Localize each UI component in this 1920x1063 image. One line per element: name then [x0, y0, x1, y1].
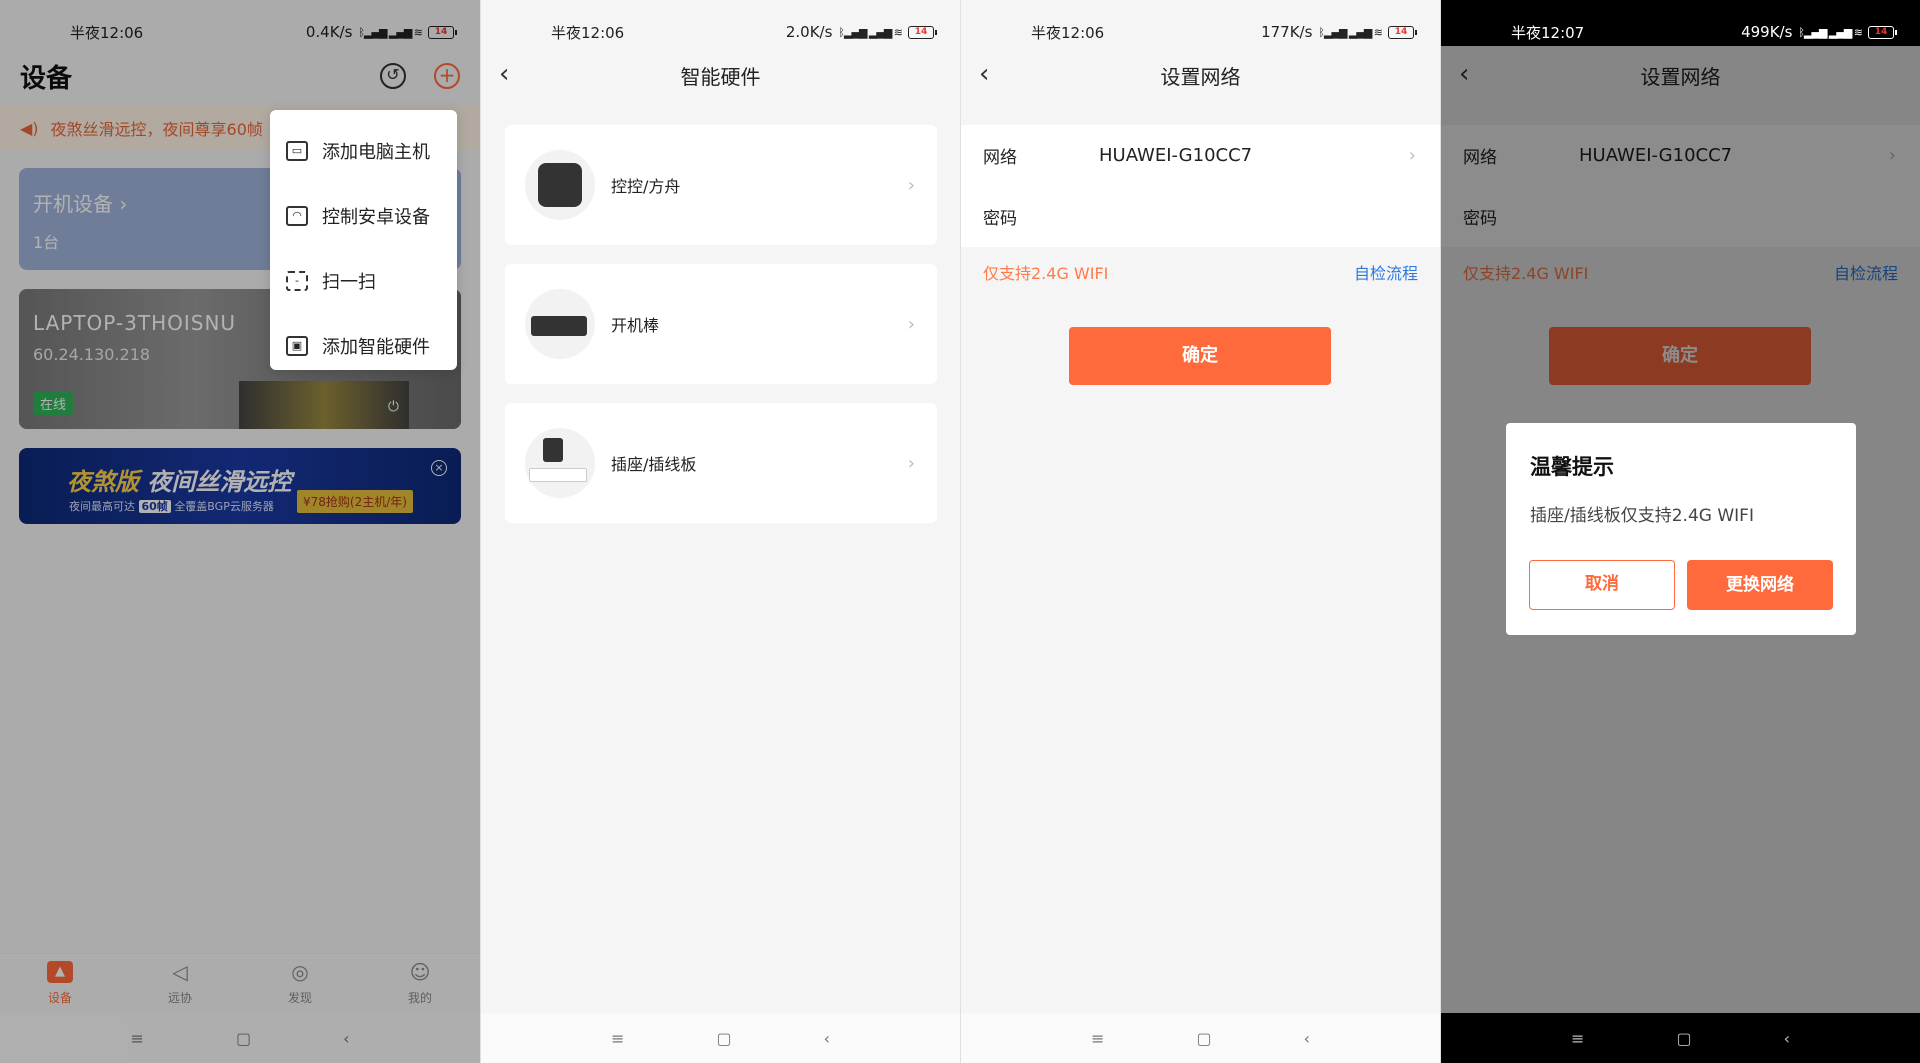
menu-icon[interactable]: ≡	[611, 1029, 624, 1048]
system-nav-bar: ≡ ▢ ‹	[961, 1013, 1440, 1063]
password-label: 密码	[983, 209, 1017, 229]
signal-icon: ᛒ▂▄▆ ▂▄▆ ≋	[1798, 25, 1863, 39]
back-icon[interactable]: ‹	[1304, 1029, 1310, 1048]
nav-bar: ‹ 智能硬件	[481, 50, 960, 100]
hardware-item-power-stick[interactable]: 开机棒 ›	[505, 264, 937, 384]
network-row[interactable]: 网络 HUAWEI-G10CC7 ›	[961, 125, 1440, 186]
product-image	[525, 150, 595, 220]
battery-icon: 14	[1868, 25, 1897, 39]
chevron-right-icon: ›	[907, 313, 915, 335]
change-network-button[interactable]: 更换网络	[1687, 560, 1833, 610]
chevron-right-icon: ›	[907, 452, 915, 474]
item-label: 插座/插线板	[611, 455, 697, 474]
chevron-right-icon: ›	[1408, 145, 1416, 166]
menu-label: 添加智能硬件	[322, 336, 430, 358]
password-row[interactable]: 密码	[961, 186, 1440, 247]
screen-network-setup: 半夜12:06 177K/s ᛒ▂▄▆ ▂▄▆ ≋ 14 ‹ 设置网络 网络 H…	[960, 0, 1440, 1063]
network-form: 网络 HUAWEI-G10CC7 › 密码	[961, 125, 1440, 247]
scan-icon: -	[286, 270, 308, 291]
screen-smart-hardware: 半夜12:06 2.0K/s ᛒ▂▄▆ ▂▄▆ ≋ 14 ‹ 智能硬件 控控/方…	[480, 0, 960, 1063]
menu-item-smart-hardware[interactable]: ▣ 添加智能硬件	[270, 313, 457, 378]
home-icon[interactable]: ▢	[716, 1029, 731, 1048]
product-image	[525, 289, 595, 359]
back-icon[interactable]: ‹	[1784, 1029, 1790, 1048]
menu-item-add-pc[interactable]: ▭ 添加电脑主机	[270, 118, 457, 183]
menu-item-android[interactable]: ◠ 控制安卓设备	[270, 183, 457, 248]
dialog-message: 插座/插线板仅支持2.4G WIFI	[1530, 506, 1754, 526]
confirm-button[interactable]: 确定	[1069, 327, 1331, 385]
item-label: 控控/方舟	[611, 177, 681, 196]
chevron-right-icon: ›	[907, 174, 915, 196]
status-time: 半夜12:06	[551, 23, 625, 42]
page-title: 设置网络	[1160, 64, 1241, 89]
screen-devices: 半夜12:06 0.4K/s ᛒ▂▄▆ ▂▄▆ ≋ 14 设备 ↺ + ◀) 夜…	[0, 0, 480, 1063]
back-icon[interactable]: ‹	[979, 60, 1009, 90]
battery-icon: 14	[1388, 25, 1417, 39]
network-value: HUAWEI-G10CC7	[1099, 145, 1253, 166]
self-check-link[interactable]: 自检流程	[1354, 260, 1418, 284]
dialog-title: 温馨提示	[1530, 455, 1614, 479]
signal-icon: ᛒ▂▄▆ ▂▄▆ ≋	[1318, 25, 1383, 39]
product-image	[525, 428, 595, 498]
hint-row: 仅支持2.4G WIFI 自检流程	[983, 260, 1418, 284]
add-menu: ▭ 添加电脑主机 ◠ 控制安卓设备 - 扫一扫 ▣ 添加智能硬件	[270, 110, 457, 370]
status-time: 半夜12:07	[1511, 23, 1585, 42]
network-speed: 499K/s	[1741, 23, 1793, 41]
system-nav-bar: ≡ ▢ ‹	[1441, 1013, 1920, 1063]
page-title: 智能硬件	[680, 64, 761, 89]
tip-dialog: 温馨提示 插座/插线板仅支持2.4G WIFI 取消 更换网络	[1506, 423, 1856, 635]
screen-network-dialog: ‹ 设置网络 网络 HUAWEI-G10CC7 › 密码 仅支持2.4G WIF…	[1440, 0, 1920, 1063]
system-nav-bar: ≡ ▢ ‹	[481, 1013, 960, 1063]
item-label: 开机棒	[611, 316, 660, 335]
network-speed: 2.0K/s	[785, 23, 833, 41]
hardware-item-socket[interactable]: 插座/插线板 ›	[505, 403, 937, 523]
cancel-button[interactable]: 取消	[1529, 560, 1675, 610]
hardware-item-kongkong[interactable]: 控控/方舟 ›	[505, 125, 937, 245]
nav-bar: ‹ 设置网络	[961, 50, 1440, 100]
back-icon[interactable]: ‹	[499, 60, 529, 90]
menu-item-scan[interactable]: - 扫一扫	[270, 248, 457, 313]
menu-label: 扫一扫	[322, 271, 376, 293]
menu-icon[interactable]: ≡	[1571, 1029, 1584, 1048]
status-bar: 半夜12:07 499K/s ᛒ▂▄▆ ▂▄▆ ≋ 14	[1441, 0, 1920, 64]
wifi-hint: 仅支持2.4G WIFI	[983, 264, 1109, 283]
menu-label: 控制安卓设备	[322, 206, 430, 228]
menu-icon[interactable]: ≡	[1091, 1029, 1104, 1048]
network-label: 网络	[983, 148, 1017, 168]
signal-icon: ᛒ▂▄▆ ▂▄▆ ≋	[838, 25, 903, 39]
chip-icon: ▣	[286, 335, 308, 356]
menu-label: 添加电脑主机	[322, 141, 430, 163]
back-icon[interactable]: ‹	[824, 1029, 830, 1048]
status-time: 半夜12:06	[1031, 23, 1105, 42]
network-speed: 177K/s	[1261, 23, 1313, 41]
image-icon: ▭	[286, 140, 308, 161]
home-icon[interactable]: ▢	[1196, 1029, 1211, 1048]
battery-icon: 14	[908, 25, 937, 39]
home-icon[interactable]: ▢	[1676, 1029, 1691, 1048]
android-icon: ◠	[286, 205, 308, 226]
